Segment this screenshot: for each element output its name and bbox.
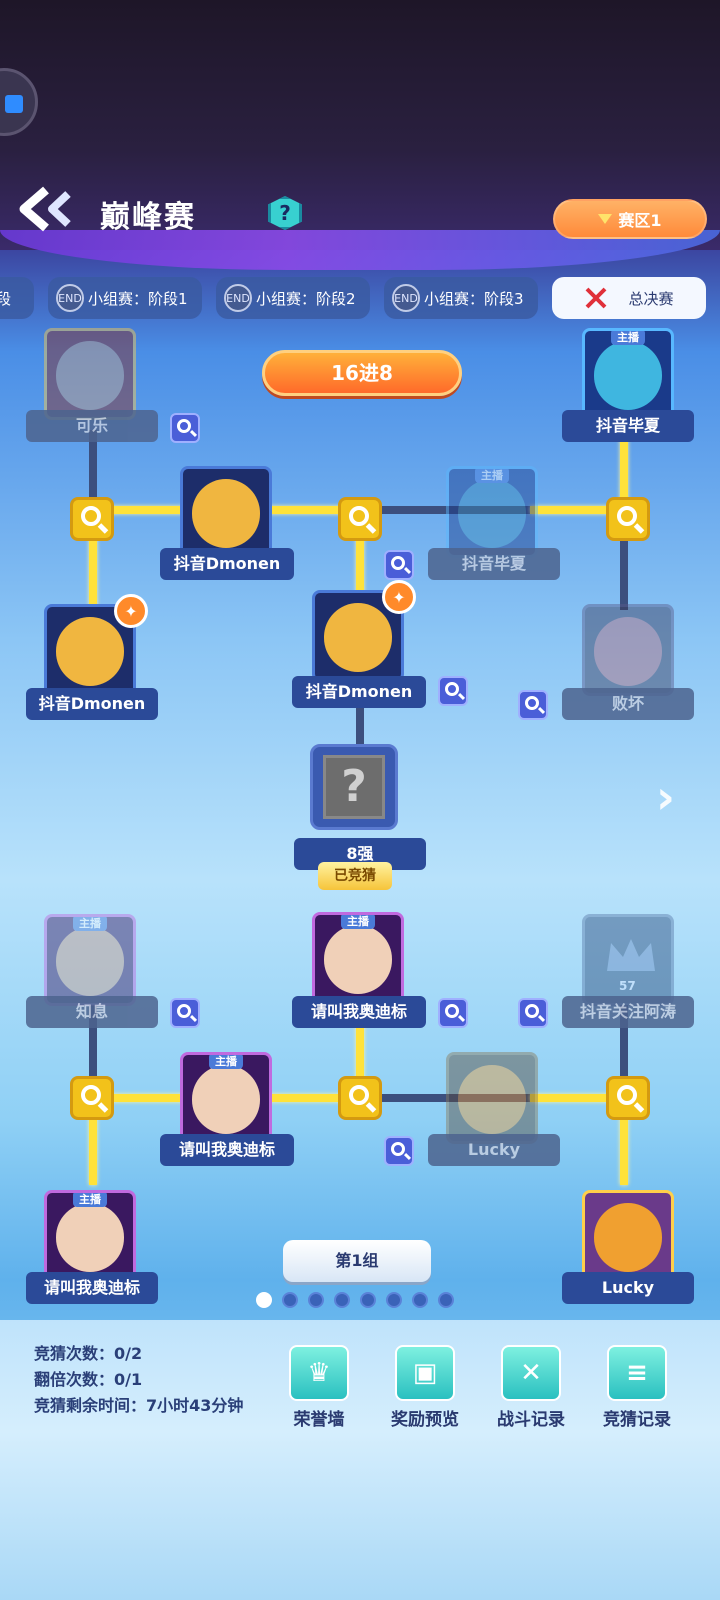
player-name: 知息: [26, 996, 158, 1028]
view-match-button[interactable]: [438, 676, 468, 706]
tab-partial[interactable]: 段: [0, 277, 34, 319]
player-name: 可乐: [26, 410, 158, 442]
end-badge: END: [224, 284, 252, 312]
page-title: 巅峰赛: [100, 200, 196, 235]
guess-record-button[interactable]: ≡ 竞猜记录: [592, 1345, 682, 1430]
document-icon: ≡: [607, 1345, 667, 1401]
player-name: 请叫我奥迪标: [26, 1272, 158, 1304]
player-name: 败坏: [562, 688, 694, 720]
view-match-button[interactable]: [384, 1136, 414, 1166]
chat-icon: [5, 95, 23, 113]
page-dot[interactable]: [438, 1292, 454, 1308]
streamer-tag: 主播: [209, 1055, 243, 1069]
group-pagination[interactable]: [256, 1292, 454, 1308]
page-dot[interactable]: [412, 1292, 428, 1308]
dropdown-triangle-icon: [598, 214, 613, 224]
match-search-button[interactable]: [606, 497, 650, 541]
player-avatar[interactable]: 主播: [582, 328, 674, 420]
view-match-button[interactable]: [170, 998, 200, 1028]
player-avatar[interactable]: [582, 604, 674, 696]
streamer-tag: 主播: [475, 469, 509, 483]
streamer-tag: 主播: [611, 331, 645, 345]
double-count: 翻倍次数：0/1: [34, 1370, 143, 1389]
page-dot[interactable]: [308, 1292, 324, 1308]
player-name: 抖音关注阿涛: [562, 996, 694, 1028]
back-arrow-icon: [19, 186, 71, 232]
match-search-button[interactable]: [338, 1076, 382, 1120]
view-match-button[interactable]: [438, 998, 468, 1028]
player-name: 抖音毕夏: [428, 548, 560, 580]
player-name: Lucky: [562, 1272, 694, 1304]
player-avatar[interactable]: 主播: [44, 914, 136, 1006]
player-avatar[interactable]: 57: [582, 914, 674, 1006]
guess-coin-badge: ✦: [382, 580, 416, 614]
player-name: 抖音毕夏: [562, 410, 694, 442]
page-dot[interactable]: [334, 1292, 350, 1308]
streamer-tag: 主播: [73, 917, 107, 931]
match-search-button[interactable]: [606, 1076, 650, 1120]
player-avatar[interactable]: [180, 466, 272, 558]
player-avatar[interactable]: 主播: [312, 912, 404, 1004]
crown-level: 57: [619, 979, 636, 993]
tab-group-stage-2[interactable]: END 小组赛：阶段2: [216, 277, 370, 319]
player-avatar[interactable]: [44, 328, 136, 420]
guess-coin-badge: ✦: [114, 594, 148, 628]
view-match-button[interactable]: [384, 550, 414, 580]
back-button[interactable]: [16, 186, 80, 232]
view-match-button[interactable]: [518, 998, 548, 1028]
match-search-button[interactable]: [70, 1076, 114, 1120]
gift-icon: ▣: [395, 1345, 455, 1401]
player-avatar[interactable]: 主播: [180, 1052, 272, 1144]
next-group-arrow[interactable]: ›: [656, 770, 675, 824]
quarterfinal-slot: ?: [310, 744, 398, 830]
player-name: 请叫我奥迪标: [160, 1134, 294, 1166]
page-dot[interactable]: [360, 1292, 376, 1308]
player-name: 抖音Dmonen: [292, 676, 426, 708]
stage-label: 16进8: [262, 350, 462, 396]
tab-group-stage-1[interactable]: END 小组赛：阶段1: [48, 277, 202, 319]
guessed-badge: 已竞猜: [318, 862, 392, 890]
player-name: 抖音Dmonen: [160, 548, 294, 580]
match-search-button[interactable]: [70, 497, 114, 541]
page-dot[interactable]: [256, 1292, 272, 1308]
view-match-button[interactable]: [518, 690, 548, 720]
honor-wall-button[interactable]: ♛ 荣誉墙: [274, 1345, 364, 1430]
player-avatar[interactable]: [446, 1052, 538, 1144]
player-name: Lucky: [428, 1134, 560, 1166]
trophy-icon: ♛: [289, 1345, 349, 1401]
group-label: 第1组: [283, 1240, 431, 1282]
view-match-button[interactable]: [170, 413, 200, 443]
guess-count: 竞猜次数：0/2: [34, 1344, 143, 1363]
page-dot[interactable]: [386, 1292, 402, 1308]
reward-preview-button[interactable]: ▣ 奖励预览: [380, 1345, 470, 1430]
tab-finals[interactable]: 总决赛: [552, 277, 706, 319]
swords-icon: ✕: [501, 1345, 561, 1401]
page-dot[interactable]: [282, 1292, 298, 1308]
match-search-button[interactable]: [338, 497, 382, 541]
crossed-swords-icon: [586, 287, 607, 309]
battle-record-button[interactable]: ✕ 战斗记录: [486, 1345, 576, 1430]
end-badge: END: [56, 284, 84, 312]
player-name: 抖音Dmonen: [26, 688, 158, 720]
player-name: 请叫我奥迪标: [292, 996, 426, 1028]
tab-group-stage-3[interactable]: END 小组赛：阶段3: [384, 277, 538, 319]
end-badge: END: [392, 284, 420, 312]
player-avatar[interactable]: 主播: [446, 466, 538, 558]
streamer-tag: 主播: [341, 915, 375, 929]
streamer-tag: 主播: [73, 1193, 107, 1207]
player-avatar[interactable]: 主播: [44, 1190, 136, 1282]
time-left: 竞猜剩余时间：7小时43分钟: [34, 1396, 244, 1415]
crown-icon: [607, 939, 655, 971]
player-avatar[interactable]: [582, 1190, 674, 1282]
region-select-button[interactable]: 赛区1: [553, 199, 707, 239]
